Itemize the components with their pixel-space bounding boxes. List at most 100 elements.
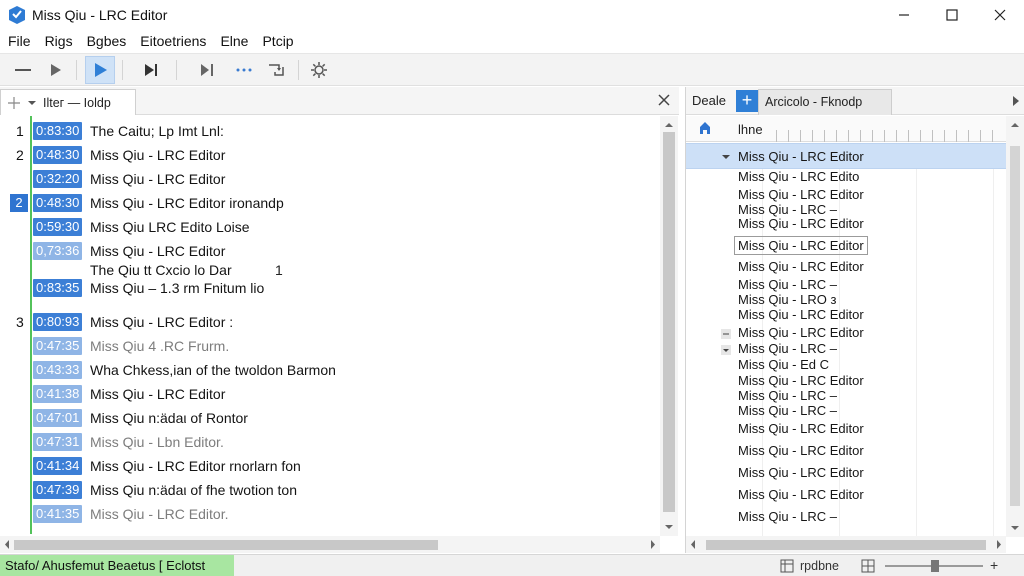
lyrics-tab[interactable]: Ilteг — Ioldp: [0, 89, 136, 115]
lyric-text[interactable]: Miss Qiu - LRC Editor: [90, 386, 225, 402]
menu-eitoetriens[interactable]: Eitoetriens: [133, 33, 213, 49]
lyrics-horizontal-scrollbar[interactable]: [0, 536, 660, 553]
lyric-row[interactable]: 0:59:30 Miss Qiu LRC Edito Loise: [0, 216, 660, 238]
chevron-right-icon[interactable]: [1011, 95, 1021, 107]
line-horizontal-scrollbar[interactable]: [686, 536, 1006, 553]
next-button[interactable]: [136, 56, 166, 84]
menu-rigs[interactable]: Rigs: [38, 33, 80, 49]
timestamp-tag[interactable]: 0:41:35: [33, 505, 83, 523]
lyric-text[interactable]: The Caitu; Lp Imt Lnl:: [90, 123, 224, 139]
settings-button[interactable]: [304, 56, 334, 84]
timestamp-tag[interactable]: 0,73:36: [33, 242, 83, 260]
scroll-thumb[interactable]: [663, 132, 675, 512]
timestamp-tag[interactable]: 0:80:93: [33, 313, 83, 331]
stop-button[interactable]: [8, 56, 38, 84]
home-icon[interactable]: [698, 121, 712, 135]
minimize-button[interactable]: [880, 0, 928, 30]
line-row[interactable]: Miss Qiu - LRC –: [686, 509, 1006, 527]
lyric-text[interactable]: Miss Qiu - LRC Editor: [90, 147, 225, 163]
lyric-text[interactable]: Miss Qiu LRC Edito Loise: [90, 219, 250, 235]
lyric-row[interactable]: 1 0:83:30 The Caitu; Lp Imt Lnl:: [0, 120, 660, 142]
minus-icon[interactable]: [720, 328, 732, 340]
zoom-in-icon[interactable]: +: [990, 557, 998, 573]
scroll-thumb[interactable]: [14, 540, 438, 550]
layout-icon[interactable]: [861, 559, 875, 573]
lyric-row[interactable]: 0:47:31 Miss Qiu - Lbn Editor.: [0, 431, 660, 453]
play-button[interactable]: [40, 56, 70, 84]
timestamp-tag[interactable]: 0:83:35: [33, 279, 83, 297]
lyrics-vertical-scrollbar[interactable]: [660, 116, 678, 536]
line-row[interactable]: Miss Qiu - LRC Editor: [686, 487, 1006, 505]
lyric-text[interactable]: Miss Qiu – 1.3 rm Fnitum lio: [90, 280, 264, 296]
menu-elne[interactable]: Elne: [213, 33, 255, 49]
lyric-text[interactable]: Miss Qiu - Lbn Editor.: [90, 434, 224, 450]
lyric-text[interactable]: Miss Qiu 4 .RC Frurm.: [90, 338, 229, 354]
menu-file[interactable]: File: [0, 33, 38, 49]
line-row[interactable]: Miss Qiu - LRC Editor: [686, 216, 1006, 234]
line-row[interactable]: Miss Qiu - LRC Editor: [686, 236, 1006, 255]
lyric-text[interactable]: Wha Chkess,ian of the twoldon Barmon: [90, 362, 336, 378]
timestamp-tag[interactable]: 0:41:38: [33, 385, 83, 403]
zoom-slider-handle[interactable]: [931, 560, 939, 572]
lyric-text[interactable]: Miss Qiu - LRC Editor: [90, 171, 225, 187]
collapse-icon[interactable]: [720, 151, 732, 163]
lyric-text[interactable]: Miss Qiu n:ädaι of fhe twotion ton: [90, 482, 297, 498]
timestamp-tag[interactable]: 0:47:35: [33, 337, 83, 355]
lyric-text[interactable]: Miss Qiu - LRC Editor.: [90, 506, 228, 522]
lyric-row[interactable]: 0:47:39 Miss Qiu n:ädaι of fhe twotion to…: [0, 479, 660, 501]
timestamp-tag[interactable]: 0:48:30: [33, 146, 83, 164]
lyric-text[interactable]: Miss Qiu n:ädaι of Rontor: [90, 410, 248, 426]
timestamp-tag[interactable]: 0:48:30: [33, 194, 83, 212]
lyric-row[interactable]: 0:47:35 Miss Qiu 4 .RC Frurm.: [0, 335, 660, 357]
timestamp-tag[interactable]: 0:32:20: [33, 170, 83, 188]
line-row[interactable]: Miss Qiu - LRC Editor: [686, 421, 1006, 439]
step-button[interactable]: [192, 56, 222, 84]
scroll-thumb[interactable]: [1010, 146, 1020, 506]
line-row[interactable]: Miss Qiu - LRC Editor: [686, 143, 1006, 169]
lyric-text[interactable]: Miss Qiu - LRC Editor ironandp: [90, 195, 284, 211]
line-row[interactable]: Miss Qiu - LRC Editor: [686, 259, 1006, 277]
lyric-row[interactable]: 2 0:48:30 Miss Qiu - LRC Editor ironandp: [0, 192, 660, 214]
menu-ptcip[interactable]: Ptcip: [255, 33, 300, 49]
lyric-row[interactable]: 0:41:34 Miss Qiu - LRC Editor rnorlarn fo…: [0, 455, 660, 477]
tab-deale[interactable]: Deale: [692, 93, 726, 108]
lyric-row[interactable]: 0:41:38 Miss Qiu - LRC Editor: [0, 383, 660, 405]
timestamp-tag[interactable]: 0:47:01: [33, 409, 83, 427]
lyric-row[interactable]: 0:47:01 Miss Qiu n:ädaι of Rontor: [0, 407, 660, 429]
line-row[interactable]: Miss Qiu - LRC –: [686, 403, 1006, 421]
lyric-text[interactable]: The Qiu tt Cxcio lo Dar: [90, 262, 232, 278]
line-row[interactable]: Miss Qiu - LRC Editor: [686, 307, 1006, 325]
lyric-row[interactable]: 0:43:33 Wha Chkess,ian of the twoldon Bar…: [0, 359, 660, 381]
lyric-row[interactable]: 0:41:35 Miss Qiu - LRC Editor.: [0, 503, 660, 525]
line-row[interactable]: Miss Qiu - LRC Editor: [686, 443, 1006, 461]
timestamp-tag[interactable]: 0:83:30: [33, 122, 83, 140]
lyric-text[interactable]: Miss Qiu - LRC Editor rnorlarn fon: [90, 458, 301, 474]
timestamp-tag[interactable]: 0:47:31: [33, 433, 83, 451]
expand-icon[interactable]: [720, 344, 732, 356]
lyric-text[interactable]: Miss Qiu - LRC Editor: [90, 243, 225, 259]
lyric-row[interactable]: 0:32:20 Miss Qiu - LRC Editor: [0, 168, 660, 190]
timestamp-tag[interactable]: 0:47:39: [33, 481, 83, 499]
grid-icon[interactable]: [780, 559, 794, 573]
lyric-row[interactable]: 3 0:80:93 Miss Qiu - LRC Editor :: [0, 311, 660, 333]
add-tab-button[interactable]: +: [736, 90, 758, 112]
play-active-button[interactable]: [85, 56, 115, 84]
scroll-thumb[interactable]: [706, 540, 986, 550]
menu-bgbes[interactable]: Bgbes: [80, 33, 134, 49]
lyric-row[interactable]: 2 0:48:30 Miss Qiu - LRC Editor: [0, 144, 660, 166]
tab-arcicolo[interactable]: Arcicolo - Fknodp: [758, 89, 892, 115]
maximize-button[interactable]: [928, 0, 976, 30]
loop-button[interactable]: [262, 56, 292, 84]
play-active-icon: [95, 63, 107, 77]
close-panel-icon[interactable]: [657, 93, 671, 107]
timestamp-tag[interactable]: 0:41:34: [33, 457, 83, 475]
lyric-row[interactable]: 0:83:35 Miss Qiu – 1.3 rm Fnitum lio: [0, 277, 660, 299]
line-row[interactable]: Miss Qiu - LRC Edito: [686, 169, 1006, 187]
line-vertical-scrollbar[interactable]: [1006, 116, 1024, 537]
line-row[interactable]: Miss Qiu - LRC Editor: [686, 465, 1006, 483]
timestamp-tag[interactable]: 0:43:33: [33, 361, 83, 379]
lyric-text[interactable]: Miss Qiu - LRC Editor :: [90, 314, 233, 330]
more-button[interactable]: [229, 56, 259, 84]
timestamp-tag[interactable]: 0:59:30: [33, 218, 83, 236]
close-window-button[interactable]: [976, 0, 1024, 30]
